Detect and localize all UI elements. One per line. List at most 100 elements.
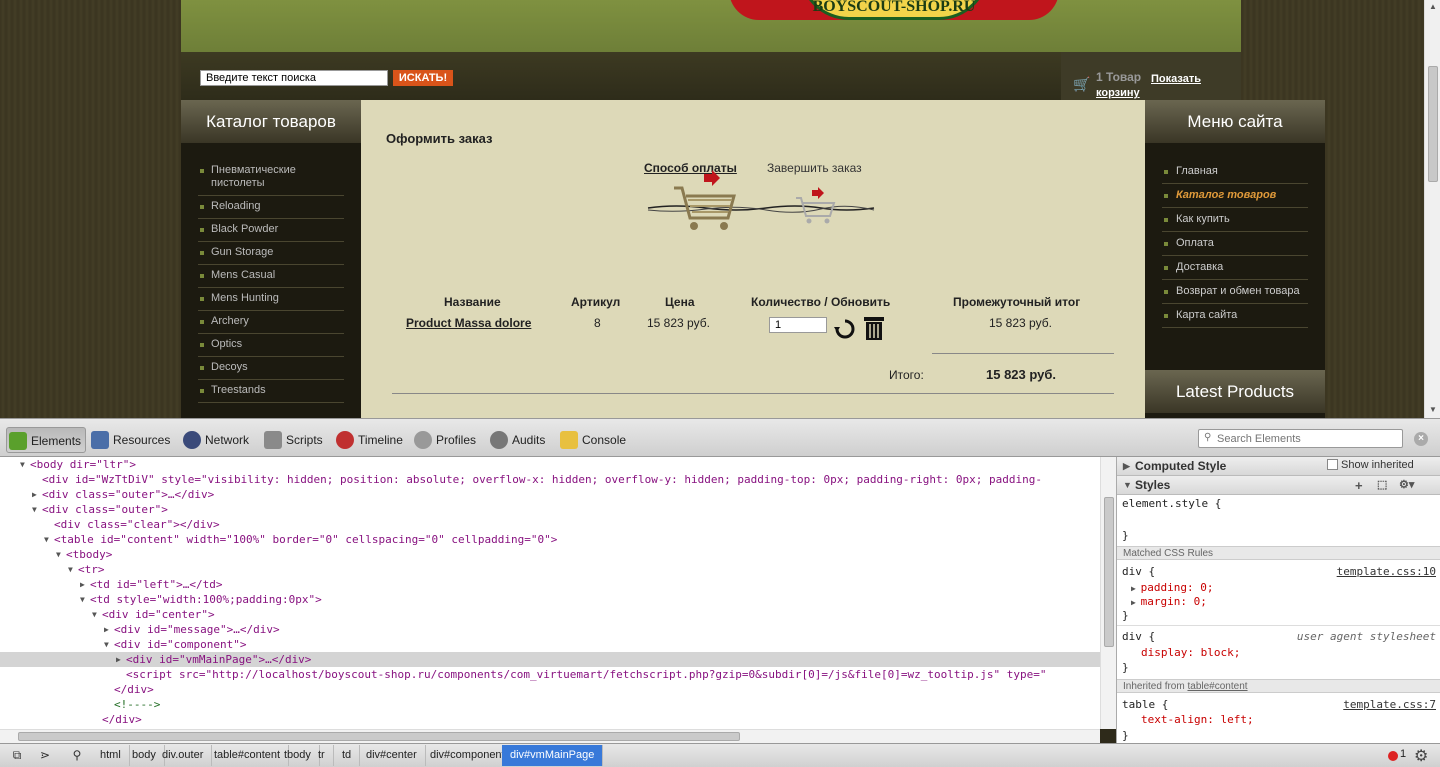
menu-item[interactable]: Доставка — [1162, 256, 1308, 280]
expand-icon: ▶ — [1131, 598, 1141, 607]
dom-node[interactable]: ▼ <div id="component"> — [0, 637, 1100, 652]
inherited-from-header: Inherited from table#content — [1117, 679, 1440, 693]
menu-item[interactable]: Возврат и обмен товара — [1162, 280, 1308, 304]
menu-item[interactable]: Главная — [1162, 160, 1308, 184]
page-scrollbar[interactable]: ▲ ▼ — [1424, 0, 1440, 418]
breadcrumb-item[interactable]: div.outer — [154, 745, 213, 766]
catalog-item[interactable]: Gun Storage — [198, 242, 344, 265]
breadcrumb-item[interactable]: div#center — [358, 745, 426, 766]
search-elements-input[interactable] — [1198, 429, 1403, 448]
dom-node[interactable]: <script src="http://localhost/boyscout-s… — [0, 667, 1100, 682]
rule-source-link[interactable]: template.css:10 — [1337, 565, 1436, 578]
settings-icon[interactable]: ⚙▾ — [1399, 476, 1414, 495]
dom-node[interactable]: ▶ <div id="message">…</div> — [0, 622, 1100, 637]
element-style-rule[interactable]: element.style { — [1122, 497, 1221, 510]
show-inherited-toggle[interactable]: Show inherited — [1327, 459, 1414, 471]
dom-node-selected[interactable]: ▶ <div id="vmMainPage">…</div> — [0, 652, 1100, 667]
css-property[interactable]: text-align: left; — [1141, 713, 1254, 726]
console-toggle-icon[interactable]: ⋗ — [36, 748, 54, 764]
dom-node-text: <div id="message">…</div> — [114, 623, 280, 636]
tab-profiles[interactable]: Profiles — [412, 427, 480, 453]
quantity-input[interactable] — [769, 317, 827, 333]
catalog-item[interactable]: Mens Hunting — [198, 288, 344, 311]
add-rule-icon[interactable]: + — [1355, 476, 1363, 495]
catalog-item[interactable]: Treestands — [198, 380, 344, 403]
dom-node[interactable]: <div class="clear"></div> — [0, 517, 1100, 532]
catalog-item[interactable]: Mens Casual — [198, 265, 344, 288]
catalog-item[interactable]: Decoys — [198, 357, 344, 380]
dom-vertical-scrollbar-thumb[interactable] — [1104, 497, 1114, 647]
css-property[interactable]: display: block; — [1141, 646, 1240, 659]
toggle-state-icon[interactable]: ⬚ — [1377, 476, 1387, 495]
dom-node[interactable]: ▼ <div class="outer"> — [0, 502, 1100, 517]
rule-selector[interactable]: div { — [1122, 565, 1155, 578]
show-inherited-label: Show inherited — [1341, 459, 1414, 471]
dom-node[interactable]: ▼ <td style="width:100%;padding:0px"> — [0, 592, 1100, 607]
dock-icon[interactable]: ⧉ — [8, 748, 26, 764]
css-property-text: margin: 0; — [1140, 595, 1207, 608]
site-logo[interactable]: BOYSCOUT-SHOP.RU — [729, 0, 1059, 38]
css-property[interactable]: ▶ margin: 0; — [1131, 595, 1207, 608]
dom-node[interactable]: ▼ <table id="content" width="100%" border… — [0, 532, 1100, 547]
refresh-icon[interactable] — [834, 318, 856, 340]
show-cart-link[interactable]: Показать корзину — [1096, 72, 1226, 100]
close-devtools-icon[interactable]: × — [1414, 432, 1428, 446]
product-sku: 8 — [594, 316, 601, 330]
tab-network[interactable]: Network — [181, 427, 253, 453]
rule-selector[interactable]: div { — [1122, 630, 1155, 643]
catalog-item[interactable]: Reloading — [198, 196, 344, 219]
trash-icon[interactable] — [862, 315, 886, 341]
scroll-down-arrow[interactable]: ▼ — [1429, 405, 1437, 414]
inherited-from-link[interactable]: table#content — [1187, 681, 1247, 692]
dom-node[interactable]: ▼ <tr> — [0, 562, 1100, 577]
search-input[interactable] — [200, 70, 388, 86]
product-link[interactable]: Product Massa dolore — [406, 316, 531, 330]
dom-node[interactable]: </div> — [0, 712, 1100, 727]
breadcrumb-item[interactable]: tr — [310, 745, 334, 766]
tab-console[interactable]: Console — [558, 427, 630, 453]
dom-node[interactable]: </div> — [0, 682, 1100, 697]
tab-audits[interactable]: Audits — [488, 427, 549, 453]
menu-item[interactable]: Карта сайта — [1162, 304, 1308, 328]
scroll-up-arrow[interactable]: ▲ — [1429, 2, 1437, 11]
dom-node[interactable]: <!----> — [0, 697, 1100, 712]
css-property[interactable]: ▶ padding: 0; — [1131, 581, 1214, 594]
dom-node[interactable]: ▶ <div class="outer">…</div> — [0, 487, 1100, 502]
menu-item[interactable]: Оплата — [1162, 232, 1308, 256]
dom-node-text: <div id="vmMainPage">…</div> — [126, 653, 312, 666]
rule-selector[interactable]: table { — [1122, 698, 1168, 711]
breadcrumb-item[interactable]: td — [334, 745, 361, 766]
menu-item[interactable]: Как купить — [1162, 208, 1308, 232]
tab-scripts[interactable]: Scripts — [262, 427, 327, 453]
expand-icon: ▶ — [1131, 584, 1141, 593]
tab-resources[interactable]: Resources — [89, 427, 174, 453]
tab-timeline[interactable]: Timeline — [334, 427, 407, 453]
rule-source-link[interactable]: template.css:7 — [1343, 698, 1436, 711]
dom-node[interactable]: ▼ <body dir="ltr"> — [0, 457, 1100, 472]
dom-node[interactable]: <div id="WzTtDiV" style="visibility: hid… — [0, 472, 1100, 487]
dom-horizontal-scrollbar-thumb[interactable] — [18, 732, 740, 741]
tab-elements[interactable]: Elements — [6, 427, 87, 453]
catalog-item[interactable]: Black Powder — [198, 219, 344, 242]
inspect-icon[interactable]: ⚲ — [68, 748, 86, 764]
catalog-item[interactable]: Optics — [198, 334, 344, 357]
error-count[interactable]: 1 — [1400, 748, 1406, 760]
dom-node[interactable]: ▼ <tbody> — [0, 547, 1100, 562]
breadcrumb-item[interactable]: div#vmMainPage — [502, 745, 604, 766]
breadcrumb-item[interactable]: div#component — [422, 745, 514, 766]
product-subtotal: 15 823 руб. — [989, 316, 1052, 330]
error-icon[interactable] — [1388, 751, 1398, 761]
dom-node[interactable]: ▼ <div id="center"> — [0, 607, 1100, 622]
catalog-item[interactable]: Archery — [198, 311, 344, 334]
catalog-item[interactable]: Пневматические пистолеты — [198, 160, 344, 196]
menu-item[interactable]: Каталог товаров — [1162, 184, 1308, 208]
dom-horizontal-scrollbar[interactable] — [0, 729, 1100, 743]
search-button[interactable]: ИСКАТЬ! — [393, 70, 453, 86]
gear-icon[interactable]: ⚙ — [1414, 746, 1428, 766]
page-scrollbar-thumb[interactable] — [1428, 66, 1438, 182]
styles-header[interactable]: ▼ Styles + ⬚ ⚙▾ — [1117, 476, 1440, 495]
tab-label: Scripts — [286, 433, 323, 447]
dom-node[interactable]: ▶ <td id="left">…</td> — [0, 577, 1100, 592]
dom-vertical-scrollbar[interactable] — [1100, 457, 1116, 729]
show-inherited-checkbox[interactable] — [1327, 459, 1338, 470]
